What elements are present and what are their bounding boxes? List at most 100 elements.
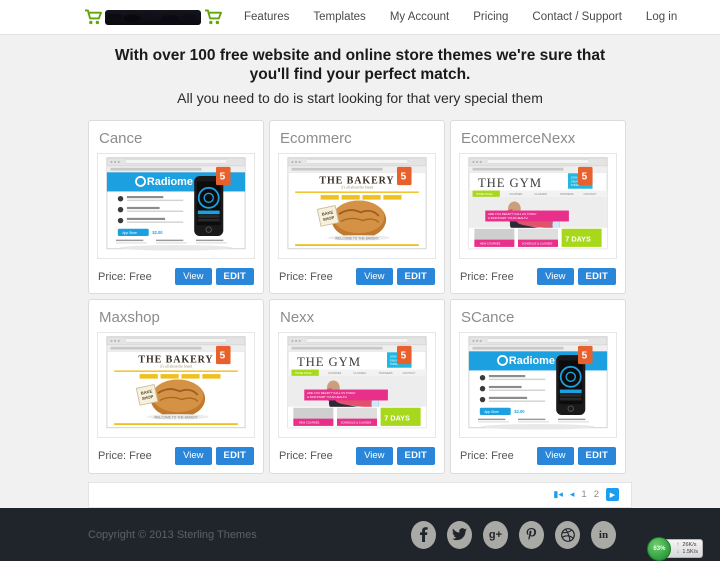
theme-actions: View EDIT	[537, 447, 616, 465]
theme-card[interactable]: Nexx THE GYM JOIN US ONLINE TODAY HOME P…	[269, 299, 445, 474]
theme-grid: Cance Radiome App Store $2.00 5 Price: F…	[88, 119, 632, 474]
theme-thumbnail-radiome: Radiome App Store $2.00 5	[106, 157, 246, 251]
svg-text:5: 5	[582, 171, 588, 182]
site-logo[interactable]	[84, 9, 222, 25]
pagination-page-2[interactable]: 2	[594, 489, 599, 500]
theme-card-title: Maxshop	[99, 309, 160, 327]
theme-thumbnail-gym: THE GYM JOIN US ONLINE TODAY HOME PAGE C…	[287, 336, 427, 429]
svg-text:NEW COURSES: NEW COURSES	[299, 421, 320, 425]
view-button[interactable]: View	[175, 267, 212, 286]
edit-button[interactable]: EDIT	[396, 447, 435, 465]
view-button[interactable]: View	[356, 267, 393, 286]
theme-actions: View EDIT	[175, 267, 254, 286]
theme-price: Price: Free	[460, 270, 514, 283]
theme-thumbnail-frame: THE BAKERY it's all about the bread BAKE…	[97, 332, 255, 439]
theme-thumbnail-frame: Radiome App Store $2.00 5	[459, 332, 617, 439]
theme-thumbnail-frame: THE BAKERY it's all about the bread BAKE…	[278, 152, 436, 259]
pinterest-icon[interactable]	[519, 520, 544, 549]
svg-text:App Store: App Store	[484, 410, 499, 414]
download-row: ↓ 1.5K/s	[676, 549, 698, 555]
view-button[interactable]: View	[356, 447, 393, 465]
svg-text:it's all about the bread: it's all about the bread	[341, 185, 373, 189]
previous-page-icon[interactable]: ◂	[570, 490, 575, 499]
svg-text:HOME PAGE: HOME PAGE	[295, 371, 311, 375]
theme-card[interactable]: SCance Radiome App Store $2.00 5 Price: …	[450, 299, 626, 474]
social-links: g+ in	[411, 520, 616, 549]
view-button[interactable]: View	[537, 447, 574, 465]
nav-item-pricing[interactable]: Pricing	[473, 11, 508, 23]
theme-actions: View EDIT	[356, 447, 435, 465]
svg-text:TRAINERS: TRAINERS	[560, 192, 574, 196]
download-arrow-icon: ↓	[676, 549, 680, 556]
theme-card-footer: Price: Free View EDIT	[459, 447, 617, 465]
cpu-gauge: 63%	[647, 536, 672, 561]
page-title: With over 100 free website and online st…	[60, 46, 660, 85]
svg-text:COURSES: COURSES	[509, 192, 523, 196]
svg-text:SCHEDULE & CLASSES: SCHEDULE & CLASSES	[341, 421, 372, 425]
nav-item-my-account[interactable]: My Account	[390, 11, 449, 23]
page-root: Features Templates My Account Pricing Co…	[0, 0, 720, 561]
theme-actions: View EDIT	[356, 267, 435, 286]
nav-item-templates[interactable]: Templates	[313, 11, 365, 23]
theme-price: Price: Free	[460, 450, 514, 462]
svg-text:WELCOME TO THE BAKERY: WELCOME TO THE BAKERY	[335, 236, 379, 240]
site-header: Features Templates My Account Pricing Co…	[0, 0, 720, 35]
facebook-icon[interactable]	[411, 520, 436, 549]
svg-text:THE BAKERY: THE BAKERY	[138, 355, 213, 366]
theme-card[interactable]: Ecommerc THE BAKERY it's all about the b…	[269, 119, 445, 295]
theme-thumbnail-radiome: Radiome App Store $2.00 5	[468, 336, 608, 430]
svg-text:NEW COURSES: NEW COURSES	[480, 241, 501, 245]
theme-actions: View EDIT	[537, 267, 616, 286]
theme-card-footer: Price: Free View EDIT	[459, 267, 617, 286]
google-plus-icon[interactable]: g+	[483, 520, 508, 549]
brand-name-redacted	[105, 9, 201, 25]
hero-title-line-1: With over 100 free website and online st…	[114, 47, 606, 64]
main-navigation: Features Templates My Account Pricing Co…	[244, 11, 677, 23]
theme-card[interactable]: EcommerceNexx THE GYM JOIN US ONLINE TOD…	[450, 119, 626, 295]
svg-text:$2.00: $2.00	[514, 409, 525, 414]
twitter-icon[interactable]	[447, 520, 472, 549]
main-content: Cance Radiome App Store $2.00 5 Price: F…	[0, 112, 720, 508]
pagination: ▮◂ ◂ 1 2 ▶	[88, 481, 632, 508]
theme-card[interactable]: Cance Radiome App Store $2.00 5 Price: F…	[88, 119, 264, 295]
svg-text:5: 5	[582, 351, 588, 362]
svg-text:SCHEDULE & CLASSES: SCHEDULE & CLASSES	[522, 241, 553, 245]
svg-text:COURSES: COURSES	[328, 371, 342, 375]
theme-thumbnail-frame: THE GYM JOIN US ONLINE TODAY HOME PAGE C…	[278, 332, 436, 439]
svg-text:Radiome: Radiome	[509, 355, 555, 367]
edit-button[interactable]: EDIT	[577, 267, 616, 286]
nav-item-features[interactable]: Features	[244, 11, 289, 23]
linkedin-icon[interactable]: in	[591, 520, 616, 549]
edit-button[interactable]: EDIT	[396, 267, 435, 286]
hero-title-line-2: you'll find your perfect match.	[249, 66, 471, 84]
view-button[interactable]: View	[537, 267, 574, 286]
view-button[interactable]: View	[175, 447, 212, 465]
theme-actions: View EDIT	[175, 447, 254, 465]
dribbble-icon[interactable]	[555, 520, 580, 549]
edit-button[interactable]: EDIT	[577, 447, 616, 465]
edit-button[interactable]: EDIT	[215, 447, 254, 465]
network-speed-widget[interactable]: 63% ↑ 26K/s ↓ 1.5K/s	[647, 536, 703, 561]
theme-thumbnail-bakery: THE BAKERY it's all about the bread BAKE…	[287, 157, 427, 249]
next-page-icon[interactable]: ▶	[606, 488, 619, 502]
svg-text:5: 5	[401, 171, 407, 182]
theme-thumbnail-gym: THE GYM JOIN US ONLINE TODAY HOME PAGE C…	[468, 157, 608, 249]
pagination-page-1[interactable]: 1	[581, 489, 586, 500]
svg-text:THE GYM: THE GYM	[478, 176, 542, 190]
first-page-icon[interactable]: ▮◂	[553, 490, 562, 499]
shopping-cart-icon	[205, 9, 222, 25]
theme-card-footer: Price: Free View EDIT	[278, 267, 436, 286]
svg-text:7 DAYS: 7 DAYS	[384, 414, 410, 423]
nav-item-contact-support[interactable]: Contact / Support	[532, 11, 622, 23]
svg-text:5: 5	[220, 351, 226, 362]
theme-thumbnail-bakery: THE BAKERY it's all about the bread BAKE…	[106, 336, 246, 429]
svg-text:App Store: App Store	[122, 231, 137, 235]
theme-card-footer: Price: Free View EDIT	[97, 447, 255, 465]
edit-button[interactable]: EDIT	[215, 267, 254, 286]
theme-price: Price: Free	[98, 270, 152, 283]
theme-thumbnail-frame: THE GYM JOIN US ONLINE TODAY HOME PAGE C…	[459, 152, 617, 259]
nav-item-log-in[interactable]: Log in	[646, 11, 677, 23]
theme-card[interactable]: Maxshop THE BAKERY it's all about the br…	[88, 299, 264, 474]
theme-card-title: Nexx	[280, 309, 315, 327]
svg-text:it's all about the bread: it's all about the bread	[160, 365, 192, 369]
